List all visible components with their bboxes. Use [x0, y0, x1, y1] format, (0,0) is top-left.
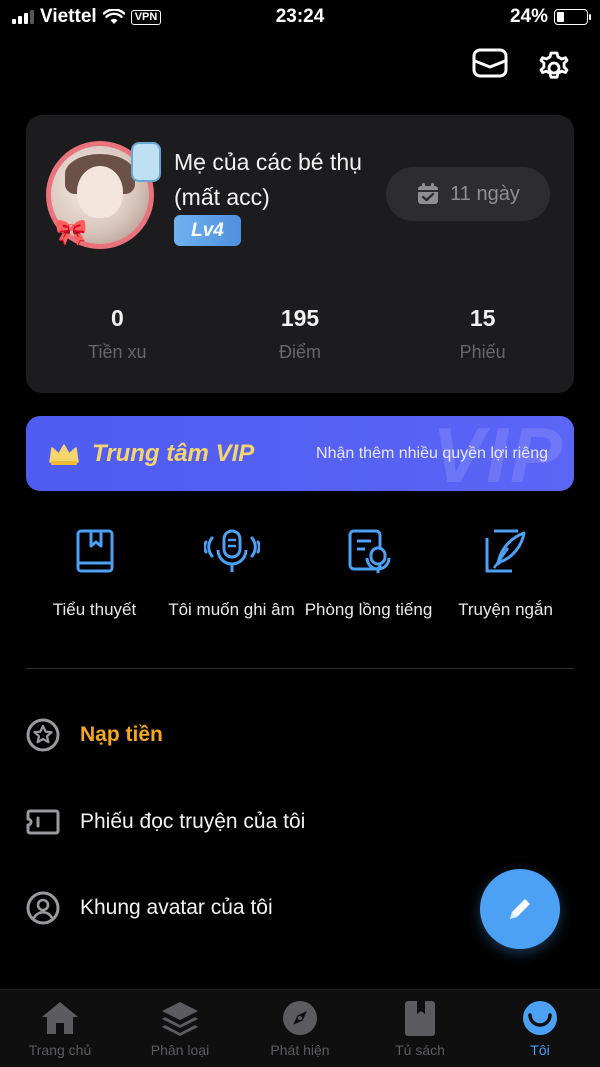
battery-icon — [554, 9, 591, 25]
stat-points[interactable]: 195 Điểm — [209, 305, 392, 363]
menu-item-label: Khung avatar của tôi — [80, 896, 273, 919]
bookshelf-icon — [405, 1001, 435, 1036]
feature-novel[interactable]: Tiểu thuyết — [26, 528, 163, 622]
dubbing-room-icon — [348, 529, 390, 573]
menu-item-reading-tickets[interactable]: Phiếu đọc truyện của tôi — [26, 805, 305, 839]
battery-level — [557, 12, 564, 22]
status-left: Viettel VPN — [12, 6, 162, 28]
bow-icon: 🎀 — [55, 217, 88, 247]
crown-icon — [49, 443, 79, 465]
feather-pen-icon — [485, 529, 525, 573]
compass-icon — [283, 1001, 317, 1035]
status-bar: Viettel VPN 23:24 24% — [0, 0, 600, 34]
feature-label: Tiểu thuyết — [52, 600, 137, 619]
avatar-face — [77, 166, 123, 218]
feature-dubbing-room[interactable]: Phòng lồng tiếng — [300, 528, 437, 622]
checkin-days: 11 ngày — [450, 182, 520, 205]
menu-item-topup[interactable]: Nạp tiền — [26, 718, 163, 752]
nav-label: Phát hiện — [270, 1042, 330, 1058]
feature-record[interactable]: Tôi muốn ghi âm — [163, 528, 300, 622]
nav-label: Trang chủ — [28, 1042, 92, 1058]
nav-bookshelf[interactable]: Tủ sách — [360, 990, 480, 1067]
stat-value: 195 — [280, 305, 320, 331]
wifi-icon — [102, 9, 125, 24]
layers-icon — [162, 1002, 198, 1036]
profile-card: 🎀 Mẹ của các bé thụ (mất acc) Lv4 11 ngà… — [26, 115, 574, 393]
avatar[interactable]: 🎀 — [46, 141, 161, 249]
vip-title: Trung tâm VIP — [92, 439, 255, 467]
menu-item-label: Phiếu đọc truyện của tôi — [80, 810, 306, 833]
nav-home[interactable]: Trang chủ — [0, 990, 120, 1067]
nav-me[interactable]: Tôi — [480, 990, 600, 1067]
user-circle-icon — [26, 891, 60, 925]
book-icon — [76, 529, 113, 573]
nav-label: Tôi — [530, 1042, 550, 1058]
feature-label: Phòng lồng tiếng — [304, 600, 433, 619]
vip-center-banner[interactable]: VIP Trung tâm VIP Nhận thêm nhiều quyền … — [26, 416, 574, 491]
feature-label: Tôi muốn ghi âm — [168, 600, 295, 619]
battery-percent: 24% — [509, 6, 548, 27]
smile-icon — [523, 1001, 557, 1035]
bottom-nav: Trang chủ Phân loại Phát hiện Tủ sách Tô… — [0, 989, 600, 1067]
mail-icon[interactable] — [472, 48, 508, 78]
nav-discover[interactable]: Phát hiện — [240, 990, 360, 1067]
divider — [26, 668, 574, 669]
profile-stats: 0 Tiền xu 195 Điểm 15 Phiếu — [26, 305, 574, 363]
pencil-icon — [510, 899, 530, 919]
top-actions — [472, 48, 572, 84]
menu-item-label: Nạp tiền — [80, 723, 163, 746]
signal-icon — [12, 10, 34, 24]
stat-coins[interactable]: 0 Tiền xu — [26, 305, 209, 363]
carrier-name: Viettel — [40, 6, 97, 27]
write-fab-button[interactable] — [480, 869, 560, 949]
home-icon — [42, 1002, 78, 1034]
feature-grid: Tiểu thuyết Tôi muốn ghi âm Phòng lồng t… — [26, 528, 574, 622]
status-right: 24% — [509, 6, 591, 28]
vip-subtitle: Nhận thêm nhiều quyền lợi riêng — [316, 444, 548, 462]
stat-label: Điểm — [279, 342, 322, 362]
star-circle-icon — [26, 718, 60, 752]
nav-label: Phân loại — [150, 1042, 210, 1058]
checkin-button[interactable]: 11 ngày — [386, 167, 550, 221]
menu-item-avatar-frame[interactable]: Khung avatar của tôi — [26, 891, 273, 925]
stat-label: Tiền xu — [88, 342, 147, 362]
gear-icon[interactable] — [536, 48, 572, 84]
nav-categories[interactable]: Phân loại — [120, 990, 240, 1067]
feature-label: Truyện ngắn — [458, 600, 553, 619]
nav-label: Tủ sách — [395, 1042, 445, 1058]
username: Mẹ của các bé thụ (mất acc) — [174, 149, 362, 210]
calendar-check-icon — [418, 183, 439, 204]
stat-label: Phiếu — [459, 342, 506, 362]
level-badge: Lv4 — [174, 215, 241, 246]
vpn-badge: VPN — [130, 9, 162, 25]
stat-tickets[interactable]: 15 Phiếu — [391, 305, 574, 363]
ticket-icon — [26, 805, 60, 839]
stat-value: 15 — [469, 305, 496, 331]
stat-value: 0 — [110, 305, 124, 331]
microphone-icon — [203, 529, 260, 572]
avatar-frame-badge-icon — [131, 142, 161, 182]
feature-short-story[interactable]: Truyện ngắn — [437, 528, 574, 622]
